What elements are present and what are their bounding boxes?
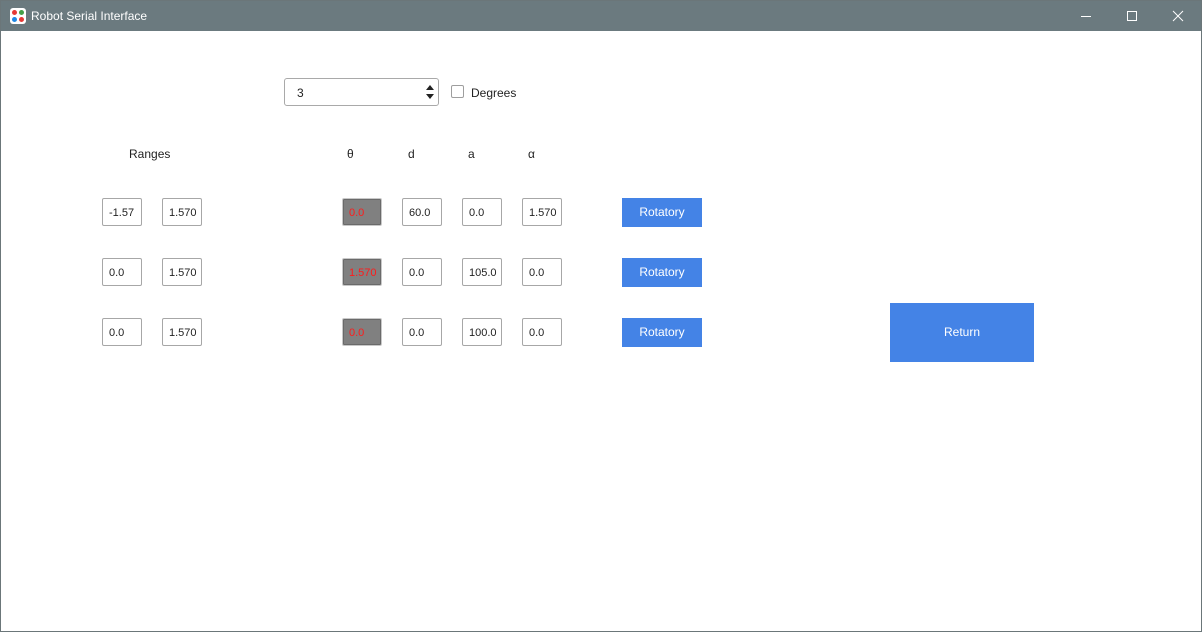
range-min-field[interactable]: 0.0 [102, 318, 142, 346]
d-field[interactable]: 0.0 [402, 318, 442, 346]
maximize-icon [1127, 11, 1137, 21]
d-header: d [408, 147, 415, 161]
dof-spinbox[interactable]: 3 [284, 78, 439, 106]
range-max-field[interactable]: 1.570 [162, 198, 202, 226]
range-max-field[interactable]: 1.570 [162, 318, 202, 346]
close-icon [1172, 10, 1184, 22]
return-button[interactable]: Return [890, 303, 1034, 362]
alpha-field[interactable]: 0.0 [522, 258, 562, 286]
close-button[interactable] [1155, 1, 1201, 31]
dof-value: 3 [297, 86, 304, 100]
spin-down-icon[interactable] [425, 92, 435, 103]
range-min-field[interactable]: 0.0 [102, 258, 142, 286]
degrees-checkbox[interactable] [451, 85, 464, 98]
theta-field[interactable]: 0.0 [342, 198, 382, 226]
joint-type-button[interactable]: Rotatory [622, 258, 702, 287]
minimize-button[interactable] [1063, 1, 1109, 31]
joint-type-button[interactable]: Rotatory [622, 318, 702, 347]
d-field[interactable]: 0.0 [402, 258, 442, 286]
a-field[interactable]: 0.0 [462, 198, 502, 226]
alpha-header: α [528, 147, 535, 161]
d-field[interactable]: 60.0 [402, 198, 442, 226]
joint-type-button[interactable]: Rotatory [622, 198, 702, 227]
main-window: Robot Serial Interface 3 Degrees Ranges … [0, 0, 1202, 632]
a-field[interactable]: 105.0 [462, 258, 502, 286]
app-icon [10, 8, 26, 24]
a-header: a [468, 147, 475, 161]
a-field[interactable]: 100.0 [462, 318, 502, 346]
theta-field[interactable]: 0.0 [342, 318, 382, 346]
range-min-field[interactable]: -1.57 [102, 198, 142, 226]
maximize-button[interactable] [1109, 1, 1155, 31]
alpha-field[interactable]: 0.0 [522, 318, 562, 346]
ranges-header: Ranges [129, 147, 171, 161]
range-max-field[interactable]: 1.570 [162, 258, 202, 286]
window-title: Robot Serial Interface [31, 9, 148, 23]
theta-field[interactable]: 1.570 [342, 258, 382, 286]
title-bar[interactable]: Robot Serial Interface [1, 1, 1201, 31]
degrees-label: Degrees [471, 86, 517, 100]
theta-header: θ [347, 147, 354, 161]
minimize-icon [1081, 16, 1091, 17]
alpha-field[interactable]: 1.570 [522, 198, 562, 226]
